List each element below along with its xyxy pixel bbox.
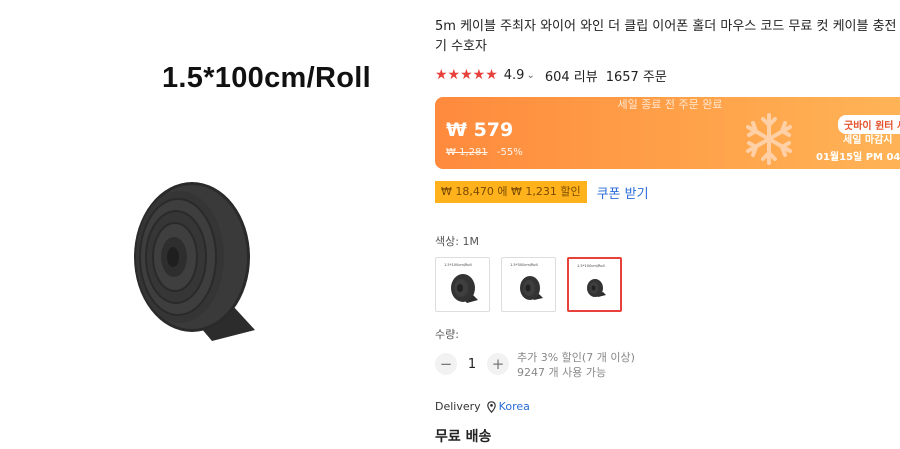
- product-title: 5m 케이블 주최자 와이어 와인 더 클립 이어폰 홀더 마우스 코드 무료 …: [435, 19, 897, 54]
- coupon-row: ₩ 18,470 에 ₩ 1,231 할인 쿠폰 받기: [435, 181, 649, 203]
- swatch-label: 1.5*100cm/Roll: [577, 264, 605, 268]
- swatch-label: 1.5*300cm/Roll: [510, 263, 538, 267]
- coupon-tag: ₩ 18,470 에 ₩ 1,231 할인: [435, 181, 587, 203]
- color-swatch-2[interactable]: 1.5*300cm/Roll: [501, 257, 556, 312]
- delivery-label: Delivery: [435, 400, 481, 413]
- quantity-decrease-button[interactable]: −: [435, 353, 457, 375]
- cable-roll-thumbnail: [520, 276, 543, 300]
- image-caption: 1.5*100cm/Roll: [162, 62, 371, 94]
- color-swatch-1[interactable]: 1.5*100cm/Roll: [435, 257, 490, 312]
- sale-deadline-label: 세일 마감시: [843, 135, 893, 146]
- quantity-info: 추가 3% 할인(7 개 이상) 9247 개 사용 가능: [517, 350, 635, 380]
- snowflake-icon: [746, 113, 792, 165]
- discount-percent: -55%: [496, 147, 523, 158]
- sale-deadline-date: 01월15일 PM 04: [816, 152, 900, 163]
- free-shipping-label: 무료 배송: [435, 429, 492, 445]
- color-swatches: 1.5*100cm/Roll 1.5*300cm/Roll 1.5*100cm/…: [435, 257, 622, 312]
- quantity-label: 수량:: [435, 328, 459, 341]
- sale-banner-notice: 세일 종료 전 주문 완료: [617, 98, 723, 111]
- delivery-location-link[interactable]: Korea: [499, 400, 530, 413]
- rating-value[interactable]: 4.9: [504, 68, 525, 83]
- location-pin-icon: [486, 400, 496, 413]
- bulk-discount-text: 추가 3% 할인(7 개 이상): [517, 351, 635, 364]
- cable-roll-image: [134, 182, 255, 341]
- review-count[interactable]: 604 리뷰: [545, 66, 598, 85]
- stock-available-text: 9247 개 사용 가능: [517, 366, 607, 379]
- swatch-label: 1.5*100cm/Roll: [444, 263, 472, 267]
- rating-stars-icon: ★★★★★: [435, 67, 498, 83]
- cable-roll-thumbnail: [587, 279, 606, 297]
- product-info: 5m 케이블 주최자 와이어 와인 더 클립 이어폰 홀더 마우스 코드 무료 …: [435, 0, 900, 449]
- sale-price: ₩ 579: [446, 119, 514, 141]
- order-count: 1657 주문: [605, 69, 667, 85]
- original-price-row: ₩ 1,281 -55%: [446, 147, 523, 158]
- chevron-down-icon[interactable]: ⌄: [526, 70, 534, 81]
- quantity-value[interactable]: 1: [457, 357, 487, 372]
- get-coupon-link[interactable]: 쿠폰 받기: [597, 183, 649, 202]
- rating-row: ★★★★★ 4.9 ⌄ 604 리뷰 1657 주문: [435, 66, 667, 85]
- original-price: ₩ 1,281: [446, 147, 488, 158]
- cable-roll-thumbnail: [451, 274, 478, 303]
- delivery-row: Delivery Korea: [435, 400, 530, 413]
- color-swatch-3[interactable]: 1.5*100cm/Roll: [567, 257, 622, 312]
- quantity-increase-button[interactable]: +: [487, 353, 509, 375]
- product-image-panel[interactable]: 1.5*100cm/Roll: [0, 0, 420, 449]
- quantity-stepper: − 1 +: [435, 353, 509, 375]
- sale-banner: 세일 종료 전 주문 완료 ₩ 579 ₩ 1,281 -55% 굿바이 윈터 …: [435, 97, 900, 169]
- color-label: 색상: 1M: [435, 235, 479, 248]
